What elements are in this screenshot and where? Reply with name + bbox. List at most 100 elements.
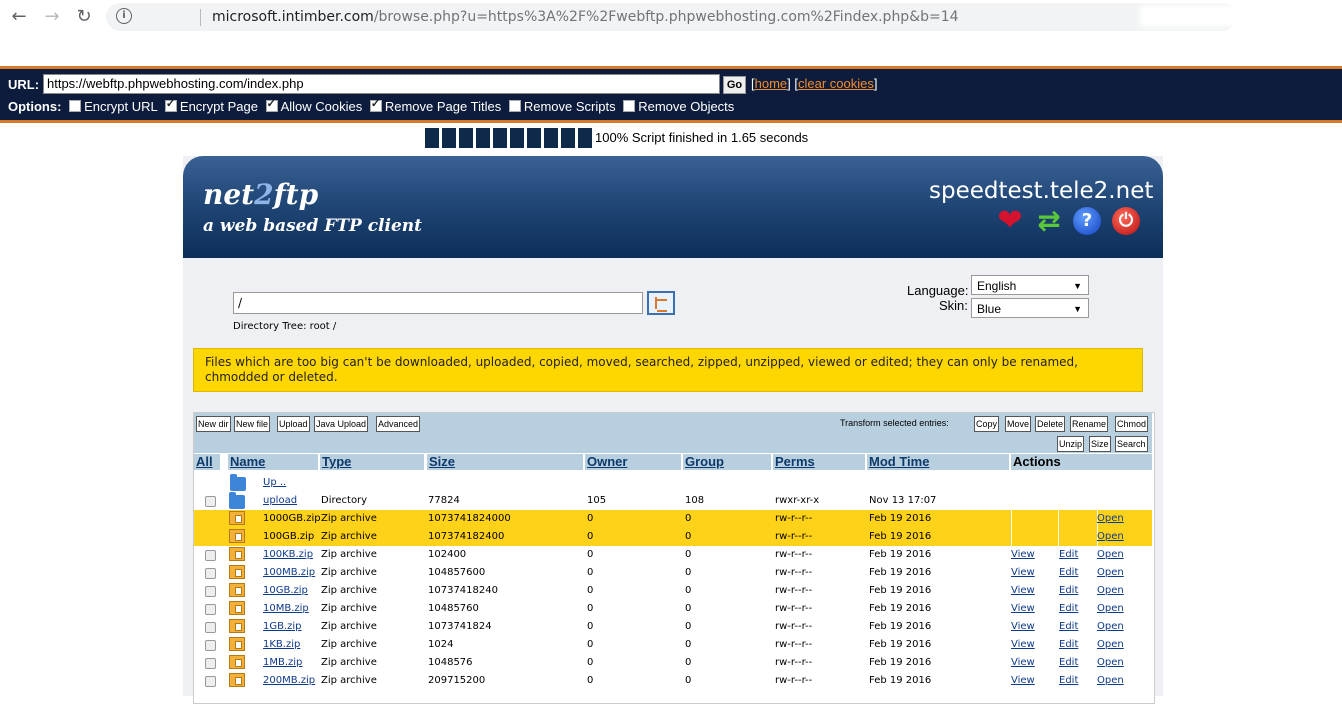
row-checkbox[interactable]	[205, 496, 216, 507]
transform-button[interactable]: Chmod	[1115, 416, 1149, 432]
view-link[interactable]: View	[1011, 564, 1035, 582]
edit-link[interactable]: Edit	[1059, 546, 1078, 564]
refresh-icon[interactable]: ⇄	[1035, 207, 1063, 235]
edit-link[interactable]: Edit	[1059, 672, 1078, 690]
sort-perms-link[interactable]: Perms	[773, 454, 865, 470]
edit-link[interactable]: Edit	[1059, 618, 1078, 636]
select-all-link[interactable]: All	[194, 454, 220, 470]
row-checkbox[interactable]	[205, 604, 216, 615]
view-link[interactable]: View	[1011, 636, 1035, 654]
toolbar-button[interactable]: Advanced	[376, 416, 421, 432]
row-checkbox[interactable]	[205, 586, 216, 597]
sort-type-link[interactable]: Type	[320, 454, 424, 470]
file-name-link[interactable]: 10MB.zip	[263, 600, 309, 618]
transform-button[interactable]: Size	[1089, 436, 1111, 452]
file-name-link[interactable]: upload	[263, 492, 297, 510]
back-arrow-icon[interactable]: ←	[8, 6, 30, 28]
cell-owner: 0	[587, 603, 594, 614]
help-icon[interactable]: ?	[1073, 207, 1101, 235]
view-link[interactable]: View	[1011, 600, 1035, 618]
table-row: 1000GB.zip Zip archive 1073741824000 0 0 rw-r…	[194, 510, 1152, 528]
open-link[interactable]: Open	[1097, 528, 1124, 546]
file-name-link[interactable]: 10GB.zip	[263, 582, 308, 600]
toolbar-button[interactable]: New dir	[196, 416, 231, 432]
edit-link[interactable]: Edit	[1059, 636, 1078, 654]
edit-link[interactable]: Edit	[1059, 654, 1078, 672]
row-checkbox[interactable]	[205, 550, 216, 561]
encrypt-page-checkbox[interactable]	[164, 97, 177, 112]
row-checkbox[interactable]	[205, 640, 216, 651]
open-link[interactable]: Open	[1097, 654, 1124, 672]
remove-scripts-checkbox[interactable]	[508, 100, 521, 112]
edit-link[interactable]: Edit	[1059, 564, 1078, 582]
view-link[interactable]: View	[1011, 618, 1035, 636]
skin-select[interactable]: Blue ▼	[971, 298, 1089, 318]
transform-button[interactable]: Rename	[1070, 416, 1109, 432]
cell-group: 0	[685, 531, 692, 542]
sort-group-link[interactable]: Group	[683, 454, 771, 470]
language-select[interactable]: English ▼	[971, 275, 1089, 295]
transform-button[interactable]: Delete	[1035, 416, 1066, 432]
open-link[interactable]: Open	[1097, 510, 1124, 528]
row-checkbox[interactable]	[205, 658, 216, 669]
view-link[interactable]: View	[1011, 546, 1035, 564]
dirtree-root-link[interactable]: root	[310, 321, 330, 332]
cell-perms: rw-r--r--	[775, 531, 813, 542]
encrypt-url-checkbox[interactable]	[69, 100, 82, 112]
toolbar-button[interactable]: Java Upload	[314, 416, 369, 432]
open-link[interactable]: Open	[1097, 582, 1124, 600]
open-link[interactable]: Open	[1097, 618, 1124, 636]
transform-button[interactable]: Unzip	[1057, 436, 1085, 452]
remove-objects-checkbox[interactable]	[623, 100, 636, 112]
go-button[interactable]: Go	[723, 76, 746, 94]
toolbar-button[interactable]: Upload	[277, 416, 310, 432]
cell-perms: rw-r--r--	[775, 567, 813, 578]
up-link[interactable]: Up ..	[263, 474, 286, 492]
transform-button[interactable]: Search	[1115, 436, 1148, 452]
directory-tree-icon[interactable]	[647, 291, 675, 315]
cell-mod: Feb 19 2016	[869, 603, 932, 614]
file-name-link[interactable]: 1MB.zip	[263, 654, 302, 672]
reload-icon[interactable]: ↻	[73, 6, 95, 28]
file-name-link[interactable]: 100KB.zip	[263, 546, 313, 564]
edit-link[interactable]: Edit	[1059, 600, 1078, 618]
sort-mod-time-link[interactable]: Mod Time	[867, 454, 1009, 470]
file-name-link[interactable]: 100MB.zip	[263, 564, 315, 582]
toolbar-button[interactable]: New file	[234, 416, 271, 432]
cell-perms: rw-r--r--	[775, 549, 813, 560]
remove-page-titles-checkbox[interactable]	[369, 97, 382, 112]
power-icon[interactable]: ⏻	[1112, 207, 1140, 235]
address-url[interactable]: microsoft.intimber.com/browse.php?u=http…	[212, 9, 959, 25]
option-label: Encrypt URL	[84, 99, 158, 114]
forward-arrow-icon[interactable]: →	[41, 6, 63, 28]
file-name-link[interactable]: 200MB.zip	[263, 672, 315, 690]
heart-icon[interactable]: ❤	[996, 206, 1024, 236]
view-link[interactable]: View	[1011, 672, 1035, 690]
view-link[interactable]: View	[1011, 654, 1035, 672]
clear-cookies-link[interactable]: clear cookies	[798, 76, 874, 91]
chevron-down-icon: ▼	[1073, 304, 1082, 314]
site-info-icon[interactable]: i	[116, 8, 132, 24]
view-link[interactable]: View	[1011, 582, 1035, 600]
row-checkbox[interactable]	[205, 622, 216, 633]
cell-perms: rwxr-xr-x	[775, 495, 820, 506]
open-link[interactable]: Open	[1097, 546, 1124, 564]
allow-cookies-checkbox[interactable]	[265, 97, 278, 112]
row-checkbox[interactable]	[205, 676, 216, 687]
row-checkbox[interactable]	[205, 568, 216, 579]
open-link[interactable]: Open	[1097, 600, 1124, 618]
transform-button[interactable]: Move	[1005, 416, 1032, 432]
open-link[interactable]: Open	[1097, 672, 1124, 690]
sort-size-link[interactable]: Size	[427, 454, 583, 470]
open-link[interactable]: Open	[1097, 564, 1124, 582]
file-name-link[interactable]: 1KB.zip	[263, 636, 300, 654]
directory-input[interactable]: /	[233, 292, 643, 314]
transform-button[interactable]: Copy	[974, 416, 1000, 432]
file-name-link[interactable]: 1GB.zip	[263, 618, 302, 636]
edit-link[interactable]: Edit	[1059, 582, 1078, 600]
home-link[interactable]: home	[755, 76, 788, 91]
sort-owner-link[interactable]: Owner	[585, 454, 681, 470]
proxy-url-input[interactable]: https://webftp.phpwebhosting.com/index.p…	[43, 74, 720, 94]
open-link[interactable]: Open	[1097, 636, 1124, 654]
sort-name-link[interactable]: Name	[228, 454, 318, 470]
